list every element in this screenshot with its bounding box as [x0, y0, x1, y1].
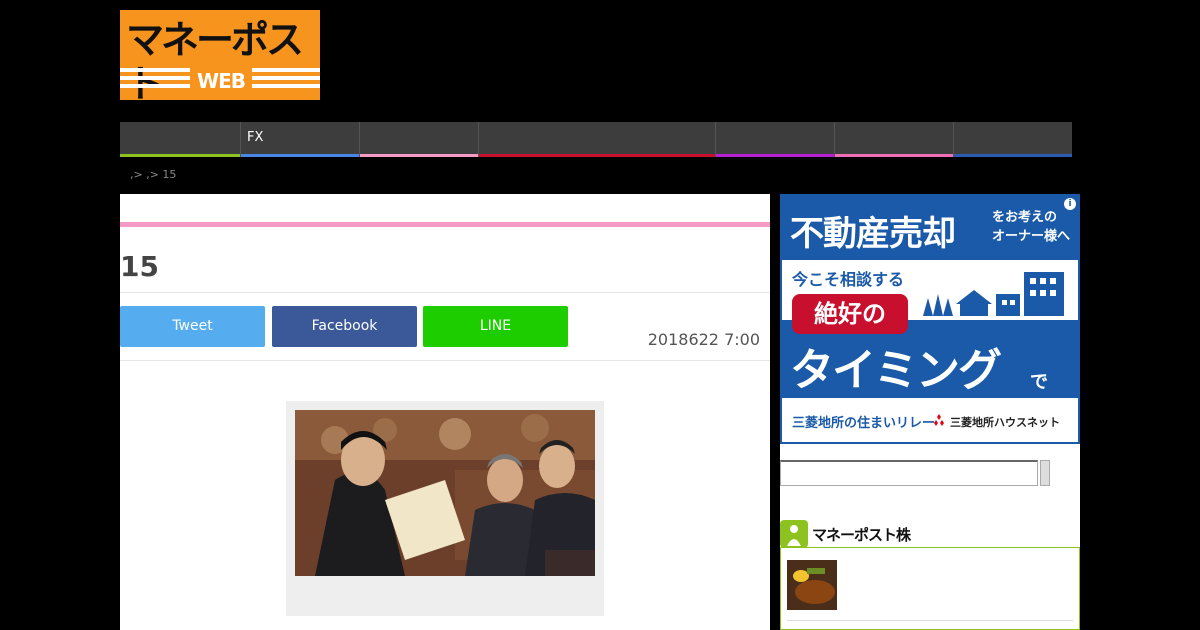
- nav-item[interactable]: [478, 122, 715, 157]
- nav-item-color-bar: [479, 154, 715, 157]
- ad-headline: 不動産売却: [790, 214, 956, 254]
- logo-sub-text: WEB: [190, 68, 252, 94]
- sidebar-ad[interactable]: 不動産売却 をお考えの オーナー様へ i 今こそ相談する 絶好の タイミング で…: [780, 194, 1080, 444]
- building-icon: [923, 272, 1064, 316]
- ad-side-text: をお考えの オーナー様へ: [992, 208, 1070, 246]
- nav-item-label: FX: [247, 130, 264, 145]
- search-input[interactable]: [780, 460, 1038, 486]
- article-photo[interactable]: [295, 410, 595, 576]
- article-title: 15: [120, 250, 159, 283]
- ad-timing-text: タイミング: [790, 345, 1002, 396]
- nav-item-color-bar: [835, 154, 953, 157]
- divider: [120, 292, 770, 293]
- divider: [787, 620, 1073, 621]
- category-rule: [120, 222, 770, 227]
- nav-item-color-bar: [241, 154, 359, 157]
- nav-item-color-bar: [360, 154, 478, 157]
- article-date: 2018622 7:00: [647, 330, 760, 349]
- nav-item[interactable]: [715, 122, 834, 157]
- nav-item-color-bar: [954, 154, 1072, 157]
- article-container: 15 Tweet Facebook LINE 2018622 7:00: [120, 194, 770, 630]
- nav-item-color-bar: [716, 154, 834, 157]
- line-button[interactable]: LINE: [423, 306, 568, 347]
- photo-illustration: [295, 410, 595, 576]
- main-nav: FX: [120, 122, 1072, 157]
- ad-header: 不動産売却 をお考えの オーナー様へ i: [782, 196, 1078, 260]
- article-photo-frame: [286, 401, 604, 616]
- ad-side-line: オーナー様へ: [992, 229, 1071, 244]
- facebook-button[interactable]: Facebook: [272, 306, 417, 347]
- nav-item[interactable]: [359, 122, 478, 157]
- stock-widget-header: マネーポスト株: [780, 520, 1080, 548]
- nav-item[interactable]: [120, 122, 240, 157]
- stock-logo-icon: [780, 520, 808, 548]
- nav-item-color-bar: [120, 154, 240, 157]
- ad-info-icon[interactable]: i: [1064, 198, 1076, 210]
- ad-footer: 三菱地所の住まいリレー 三菱地所ハウスネット: [782, 398, 1078, 442]
- search-button[interactable]: [1040, 460, 1050, 486]
- tweet-button[interactable]: Tweet: [120, 306, 265, 347]
- stock-widget-title: マネーポスト株: [812, 526, 911, 544]
- site-logo[interactable]: マネーポスト WEB: [120, 10, 320, 100]
- ad-footer-company: 三菱地所ハウスネット: [950, 416, 1060, 429]
- nav-item[interactable]: [834, 122, 953, 157]
- stock-widget-list: [780, 547, 1080, 630]
- page: マネーポスト WEB FX ,> ,> 15 15 Tweet Facebook…: [0, 0, 1200, 630]
- ad-footer-brand: 三菱地所の住まいリレー: [792, 416, 936, 431]
- mitsubishi-logo-icon: [934, 414, 944, 426]
- nav-item[interactable]: [953, 122, 1072, 157]
- nav-item[interactable]: FX: [240, 122, 359, 157]
- stock-thumbnail[interactable]: [787, 560, 837, 610]
- ad-now-text: 今こそ相談する: [792, 270, 905, 289]
- ad-side-line: をお考えの: [992, 210, 1058, 225]
- breadcrumb: ,> ,> 15: [130, 168, 177, 181]
- divider: [120, 360, 770, 361]
- ad-pill: 絶好の: [792, 294, 908, 334]
